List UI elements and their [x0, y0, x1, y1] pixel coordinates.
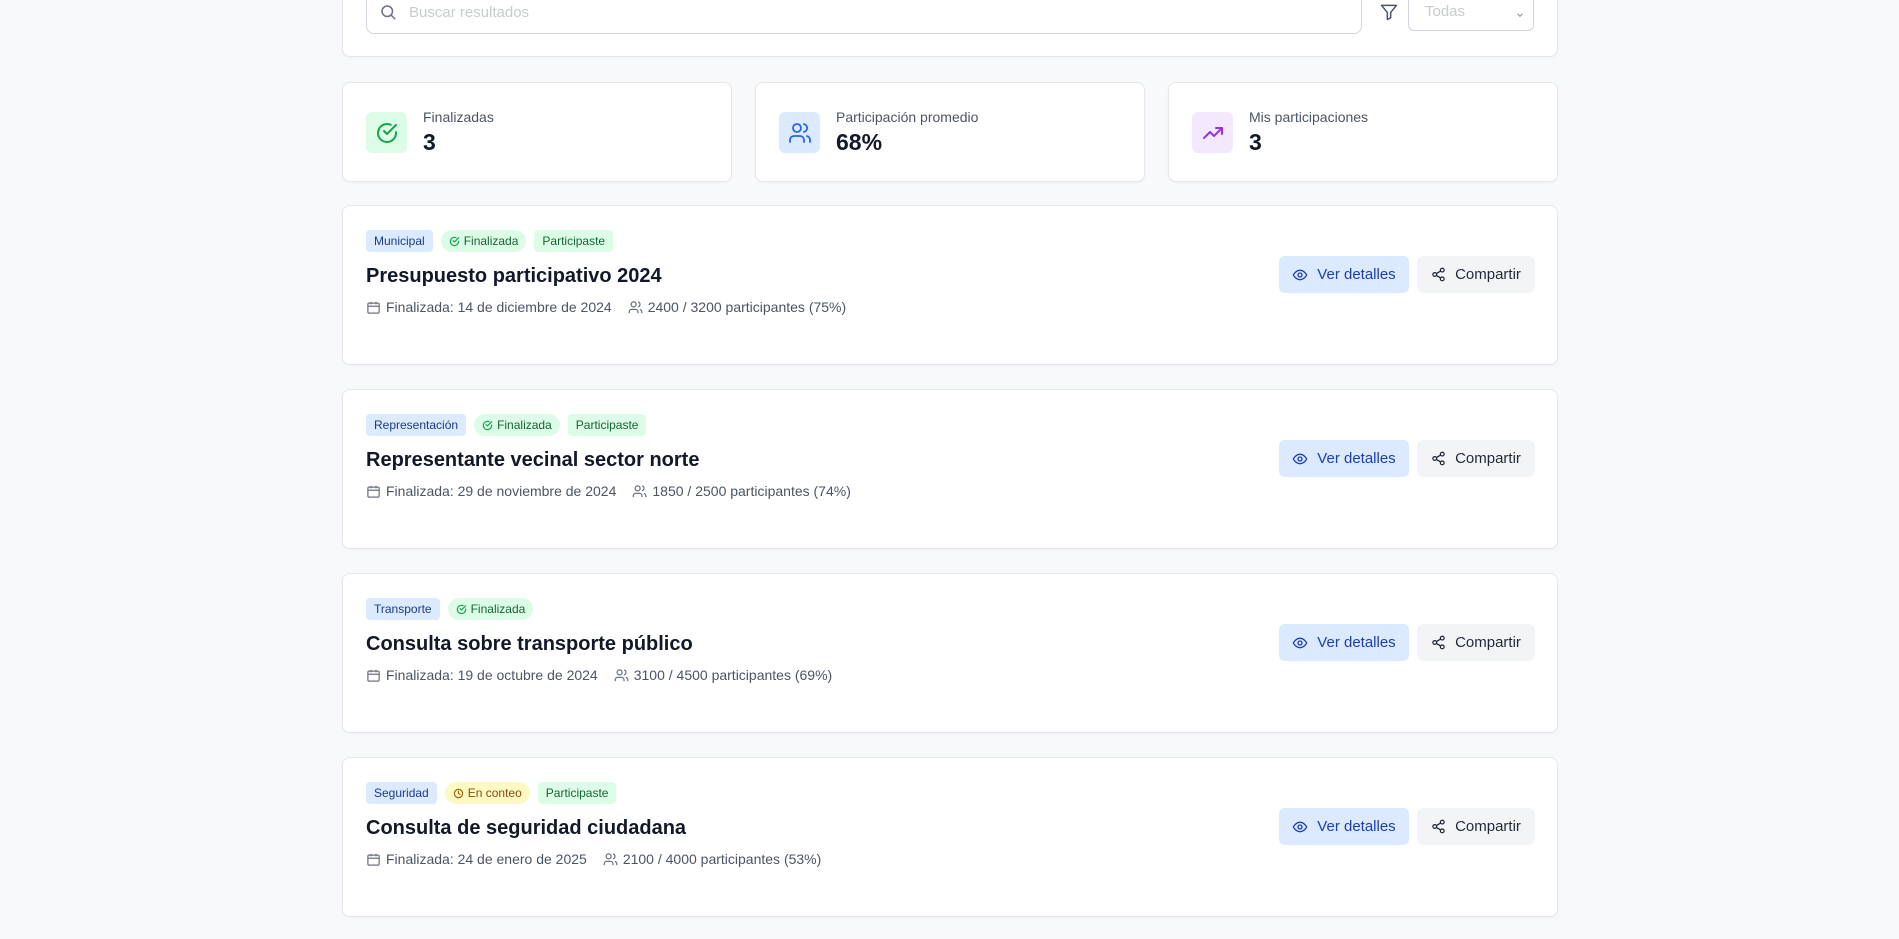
view-details-label: Ver detalles	[1317, 634, 1396, 651]
result-title: Representante vecinal sector norte	[366, 449, 700, 471]
share-label: Compartir	[1455, 266, 1521, 283]
status-badge: Finalizada	[447, 598, 534, 620]
result-title: Consulta sobre transporte público	[366, 633, 693, 655]
share-button[interactable]: Compartir	[1417, 440, 1535, 477]
share-label: Compartir	[1455, 634, 1521, 651]
share-icon	[1432, 635, 1445, 650]
check-circle-icon	[482, 420, 493, 430]
view-details-button[interactable]: Ver detalles	[1279, 624, 1409, 661]
share-label: Compartir	[1455, 450, 1521, 467]
calendar-icon	[367, 485, 380, 498]
stat-label: Finalizadas	[423, 109, 494, 125]
view-details-label: Ver detalles	[1317, 266, 1396, 283]
category-badge: Transporte	[366, 598, 440, 620]
status-badge: Finalizada	[440, 230, 527, 252]
participants-count: 3100 / 4500 participantes (69%)	[633, 667, 833, 683]
participated-badge: Participaste	[534, 230, 614, 252]
eye-icon	[1292, 269, 1308, 280]
view-details-button[interactable]: Ver detalles	[1279, 808, 1409, 845]
search-icon	[379, 3, 397, 26]
participated-badge: Participaste	[567, 414, 647, 436]
stat-value: 3	[1249, 129, 1262, 155]
users-icon	[614, 668, 629, 681]
calendar-icon	[367, 853, 380, 866]
search-input[interactable]	[407, 0, 1351, 24]
chevron-down-icon	[1515, 7, 1525, 25]
search-card: Todas	[342, 0, 1558, 57]
participants-count: 2100 / 4000 participantes (53%)	[622, 851, 822, 867]
share-label: Compartir	[1455, 818, 1521, 835]
eye-icon	[1292, 821, 1308, 832]
stat-value: 68%	[836, 129, 883, 155]
users-icon	[633, 484, 647, 497]
result-title: Presupuesto participativo 2024	[366, 265, 662, 287]
result-title: Consulta de seguridad ciudadana	[366, 817, 687, 839]
status-label: Finalizada	[497, 418, 552, 432]
calendar-icon	[367, 669, 380, 682]
status-label: Finalizada	[470, 602, 526, 616]
end-date: Finalizada: 14 de diciembre de 2024	[386, 299, 612, 315]
category-badge: Municipal	[366, 230, 433, 252]
eye-icon	[1292, 637, 1308, 648]
search-field[interactable]	[366, 0, 1362, 34]
trending-up-icon	[1192, 112, 1233, 153]
result-card: Representación Finalizada Participaste R…	[342, 389, 1558, 549]
end-date: Finalizada: 24 de enero de 2025	[386, 851, 587, 867]
stat-value: 3	[423, 129, 436, 155]
share-button[interactable]: Compartir	[1417, 808, 1535, 845]
participants-count: 2400 / 3200 participantes (75%)	[647, 299, 847, 315]
view-details-button[interactable]: Ver detalles	[1279, 440, 1409, 477]
users-icon	[603, 852, 618, 865]
clock-icon	[453, 788, 463, 798]
participants-count: 1850 / 2500 participantes (74%)	[652, 483, 851, 499]
share-icon	[1432, 819, 1445, 834]
status-filter-select[interactable]: Todas	[1408, 0, 1534, 31]
stat-card-participation: Participación promedio 68%	[755, 82, 1145, 182]
status-label: Finalizada	[463, 234, 519, 248]
view-details-button[interactable]: Ver detalles	[1279, 256, 1409, 293]
share-icon	[1432, 451, 1445, 466]
status-filter-value: Todas	[1425, 3, 1466, 20]
users-icon	[779, 112, 820, 153]
stat-label: Mis participaciones	[1249, 109, 1369, 125]
participated-badge: Participaste	[537, 782, 617, 804]
status-badge: Finalizada	[474, 414, 560, 436]
share-button[interactable]: Compartir	[1417, 624, 1535, 661]
status-label: En conteo	[467, 786, 522, 800]
view-details-label: Ver detalles	[1317, 818, 1396, 835]
end-date: Finalizada: 29 de noviembre de 2024	[386, 483, 617, 499]
share-button[interactable]: Compartir	[1417, 256, 1535, 293]
result-card: Municipal Finalizada Participaste Presup…	[342, 205, 1558, 365]
share-icon	[1432, 267, 1445, 282]
view-details-label: Ver detalles	[1317, 450, 1396, 467]
stat-card-my-participations: Mis participaciones 3	[1168, 82, 1558, 182]
category-badge: Representación	[366, 414, 467, 436]
eye-icon	[1292, 453, 1308, 464]
category-badge: Seguridad	[366, 782, 437, 804]
result-card: Seguridad En conteo Participaste Consult…	[342, 757, 1558, 917]
stat-card-finished: Finalizadas 3	[342, 82, 732, 182]
status-badge: En conteo	[444, 782, 530, 804]
check-circle-icon	[449, 236, 459, 246]
end-date: Finalizada: 19 de octubre de 2024	[386, 667, 598, 683]
filter-icon[interactable]	[1379, 2, 1399, 27]
stat-label: Participación promedio	[836, 109, 979, 125]
users-icon	[628, 300, 643, 313]
check-circle-icon	[366, 112, 407, 153]
check-circle-icon	[456, 604, 466, 614]
calendar-icon	[367, 301, 380, 314]
result-card: Transporte Finalizada Consulta sobre tra…	[342, 573, 1558, 733]
